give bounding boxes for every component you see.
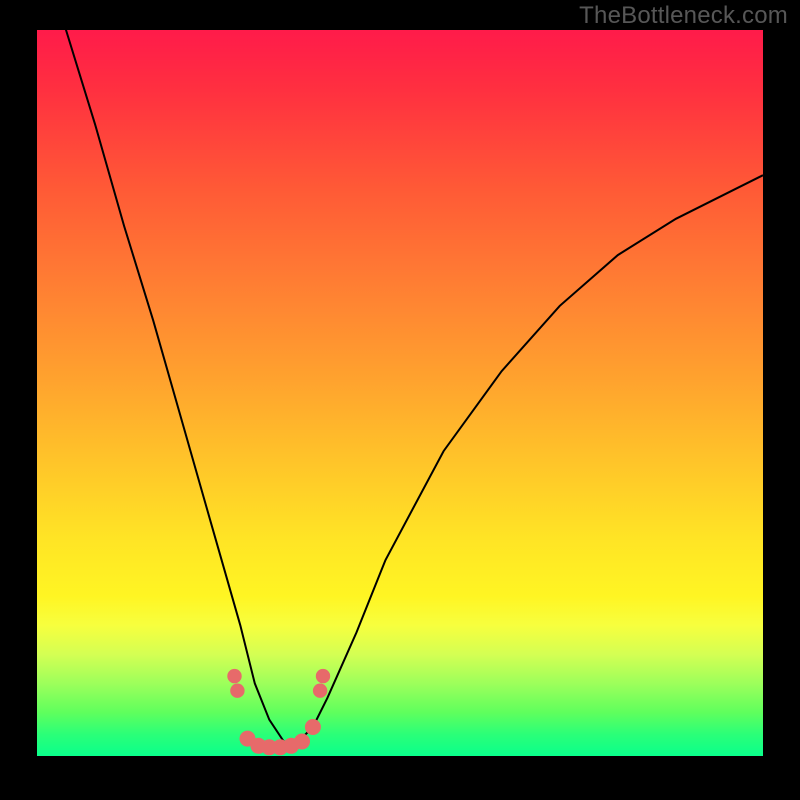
plot-area (37, 30, 763, 756)
vertex-marker (230, 684, 244, 698)
outer-frame: TheBottleneck.com (0, 0, 800, 800)
vertex-marker (305, 719, 321, 735)
marker-group (227, 669, 330, 755)
vertex-marker (313, 684, 327, 698)
vertex-marker (316, 669, 330, 683)
vertex-marker (294, 734, 310, 750)
watermark-text: TheBottleneck.com (579, 2, 788, 30)
bottleneck-curve (37, 30, 763, 742)
curve-svg (37, 30, 763, 756)
vertex-marker (227, 669, 241, 683)
